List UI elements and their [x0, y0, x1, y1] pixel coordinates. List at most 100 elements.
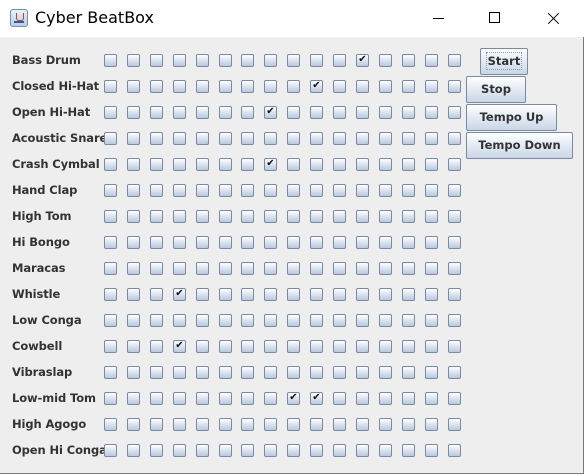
beat-checkbox[interactable] [127, 418, 140, 431]
beat-checkbox[interactable] [127, 106, 140, 119]
beat-checkbox[interactable] [127, 158, 140, 171]
beat-checkbox[interactable] [356, 184, 369, 197]
beat-checkbox[interactable] [402, 132, 415, 145]
beat-checkbox[interactable] [264, 314, 277, 327]
tempo-up-button[interactable]: Tempo Up [466, 104, 557, 131]
beat-checkbox[interactable] [425, 158, 438, 171]
beat-checkbox[interactable] [173, 80, 186, 93]
beat-checkbox[interactable] [127, 340, 140, 353]
beat-checkbox[interactable] [379, 418, 392, 431]
beat-checkbox[interactable] [219, 366, 232, 379]
beat-checkbox[interactable] [356, 132, 369, 145]
beat-checkbox[interactable] [333, 184, 346, 197]
beat-checkbox[interactable] [425, 132, 438, 145]
beat-checkbox[interactable] [219, 132, 232, 145]
beat-checkbox[interactable] [425, 210, 438, 223]
beat-checkbox[interactable] [264, 392, 277, 405]
beat-checkbox[interactable] [425, 314, 438, 327]
beat-checkbox[interactable] [448, 314, 461, 327]
beat-checkbox[interactable] [127, 314, 140, 327]
beat-checkbox[interactable] [425, 262, 438, 275]
beat-checkbox[interactable] [173, 236, 186, 249]
beat-checkbox[interactable] [448, 288, 461, 301]
beat-checkbox[interactable] [310, 236, 323, 249]
beat-checkbox[interactable] [150, 444, 163, 457]
beat-checkbox[interactable] [173, 106, 186, 119]
beat-checkbox[interactable] [379, 340, 392, 353]
beat-checkbox[interactable] [287, 418, 300, 431]
beat-checkbox[interactable] [379, 184, 392, 197]
beat-checkbox[interactable] [287, 210, 300, 223]
beat-checkbox[interactable] [448, 106, 461, 119]
beat-checkbox[interactable] [150, 288, 163, 301]
beat-checkbox[interactable] [356, 444, 369, 457]
beat-checkbox[interactable] [287, 366, 300, 379]
beat-checkbox[interactable] [219, 340, 232, 353]
beat-checkbox[interactable] [173, 132, 186, 145]
beat-checkbox[interactable] [379, 132, 392, 145]
beat-checkbox[interactable] [287, 288, 300, 301]
beat-checkbox[interactable] [333, 288, 346, 301]
beat-checkbox[interactable] [425, 184, 438, 197]
beat-checkbox[interactable] [264, 210, 277, 223]
beat-checkbox[interactable] [127, 54, 140, 67]
beat-checkbox[interactable] [287, 444, 300, 457]
beat-checkbox[interactable] [379, 106, 392, 119]
beat-checkbox[interactable] [173, 392, 186, 405]
beat-checkbox[interactable] [264, 80, 277, 93]
beat-checkbox[interactable] [241, 132, 254, 145]
beat-checkbox[interactable] [104, 80, 117, 93]
beat-checkbox[interactable] [379, 80, 392, 93]
beat-checkbox[interactable] [356, 80, 369, 93]
beat-checkbox[interactable] [448, 340, 461, 353]
beat-checkbox[interactable] [333, 262, 346, 275]
beat-checkbox[interactable] [150, 184, 163, 197]
beat-checkbox[interactable] [196, 262, 209, 275]
beat-checkbox[interactable] [402, 236, 415, 249]
beat-checkbox[interactable] [356, 262, 369, 275]
beat-checkbox[interactable] [379, 444, 392, 457]
beat-checkbox[interactable] [379, 158, 392, 171]
beat-checkbox[interactable] [287, 158, 300, 171]
beat-checkbox[interactable] [196, 184, 209, 197]
beat-checkbox[interactable] [127, 366, 140, 379]
beat-checkbox[interactable] [150, 80, 163, 93]
beat-checkbox[interactable] [425, 340, 438, 353]
beat-checkbox[interactable] [425, 288, 438, 301]
minimize-icon[interactable] [415, 0, 461, 37]
beat-checkbox[interactable] [287, 54, 300, 67]
beat-checkbox[interactable] [287, 184, 300, 197]
beat-checkbox[interactable] [104, 314, 117, 327]
beat-checkbox[interactable] [241, 236, 254, 249]
beat-checkbox[interactable] [333, 132, 346, 145]
beat-checkbox[interactable] [333, 366, 346, 379]
beat-checkbox[interactable] [150, 236, 163, 249]
beat-checkbox[interactable] [173, 314, 186, 327]
beat-checkbox[interactable] [241, 340, 254, 353]
beat-checkbox[interactable] [333, 444, 346, 457]
beat-checkbox[interactable] [150, 54, 163, 67]
beat-checkbox[interactable] [402, 288, 415, 301]
beat-checkbox[interactable] [104, 210, 117, 223]
beat-checkbox[interactable] [196, 314, 209, 327]
beat-checkbox[interactable] [150, 262, 163, 275]
beat-checkbox[interactable] [150, 314, 163, 327]
beat-checkbox[interactable] [196, 236, 209, 249]
beat-checkbox[interactable] [402, 418, 415, 431]
beat-checkbox[interactable] [310, 366, 323, 379]
beat-checkbox[interactable] [356, 418, 369, 431]
beat-checkbox[interactable] [104, 54, 117, 67]
beat-checkbox[interactable] [356, 106, 369, 119]
beat-checkbox[interactable] [173, 418, 186, 431]
beat-checkbox[interactable] [150, 340, 163, 353]
beat-checkbox[interactable] [379, 392, 392, 405]
beat-checkbox[interactable] [287, 106, 300, 119]
beat-checkbox[interactable] [310, 54, 323, 67]
beat-checkbox[interactable] [402, 392, 415, 405]
beat-checkbox[interactable] [127, 392, 140, 405]
beat-checkbox[interactable]: ✔ [173, 340, 186, 353]
beat-checkbox[interactable] [173, 184, 186, 197]
beat-checkbox[interactable] [127, 80, 140, 93]
beat-checkbox[interactable] [333, 210, 346, 223]
beat-checkbox[interactable] [448, 418, 461, 431]
